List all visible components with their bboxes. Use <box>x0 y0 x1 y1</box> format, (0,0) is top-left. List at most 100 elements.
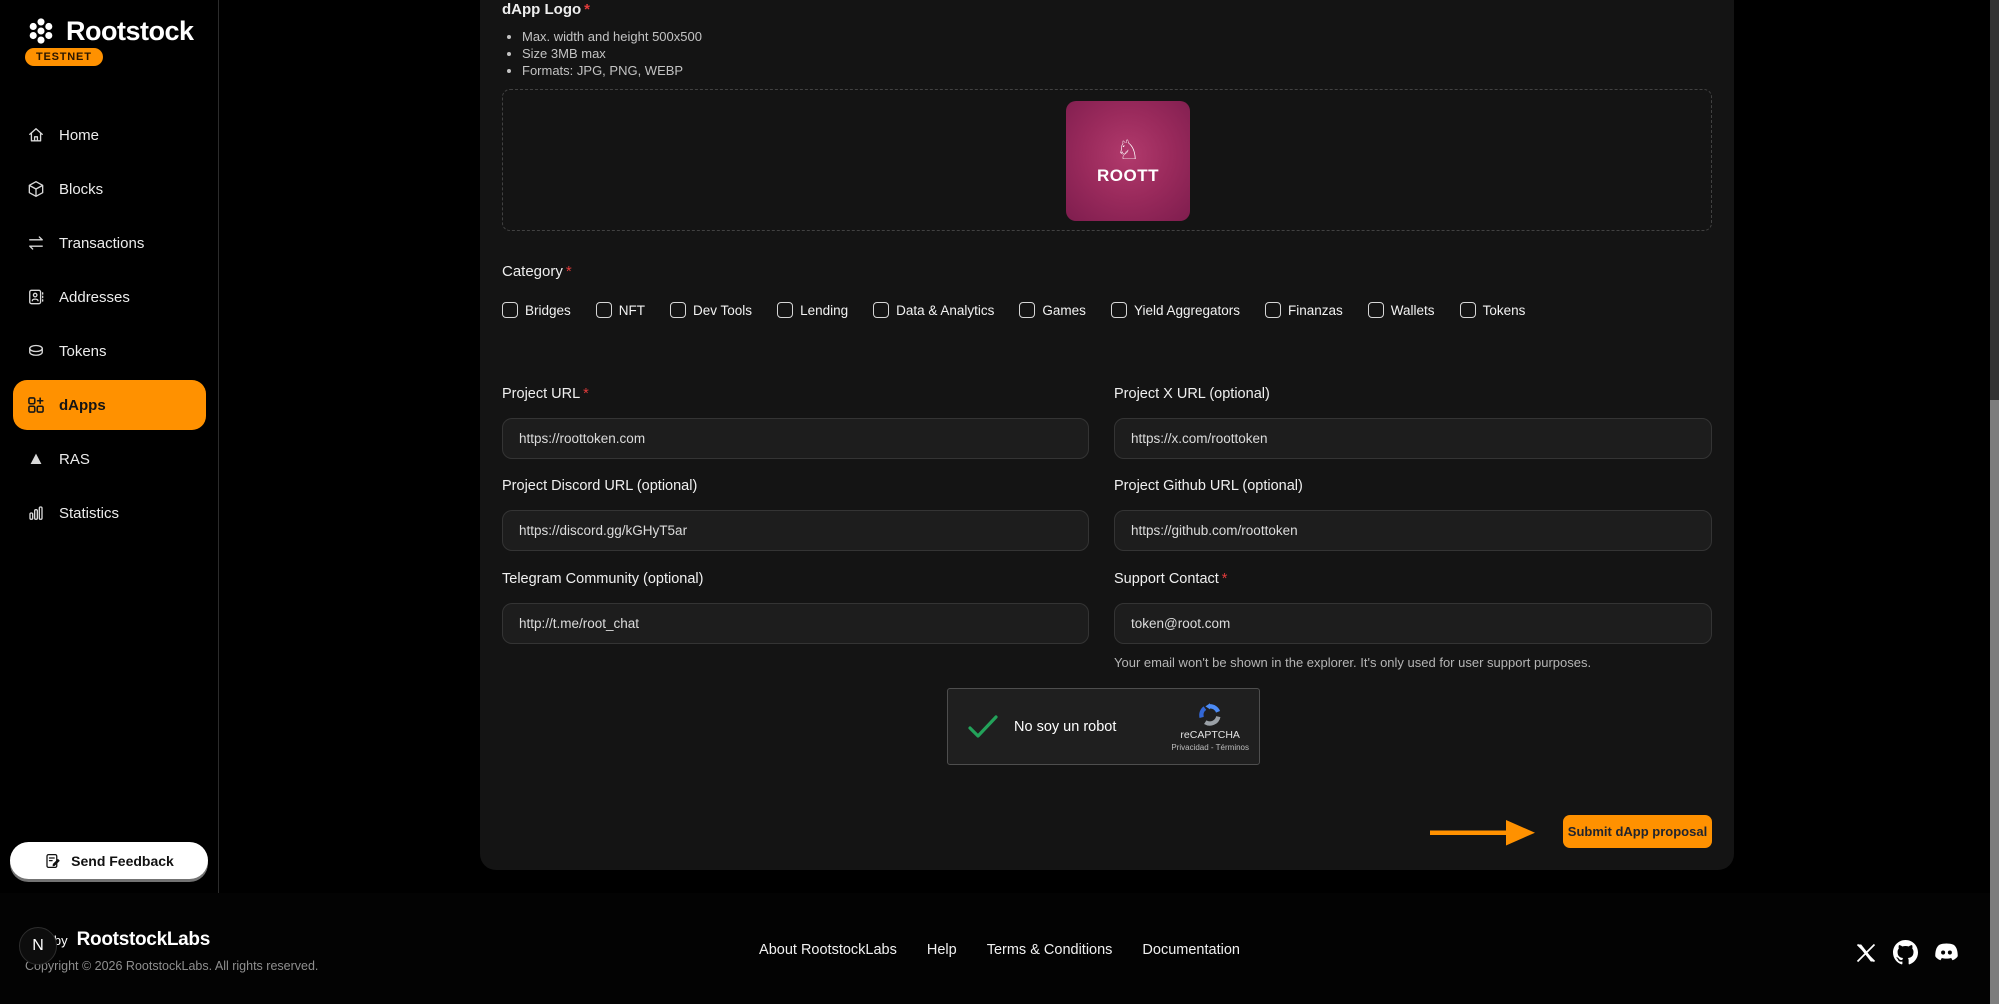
github-icon[interactable] <box>1893 940 1918 965</box>
checkbox-box[interactable] <box>777 302 793 318</box>
project-github-url-input[interactable] <box>1114 510 1712 551</box>
sidebar-nav: Home Blocks Transactions Addresse <box>0 108 219 540</box>
support-contact-helper: Your email won't be shown in the explore… <box>1114 655 1591 670</box>
footer: N Built by RootstockLabs Copyright © 202… <box>0 893 1999 1004</box>
recaptcha-brand-text: reCAPTCHA <box>1180 729 1240 741</box>
logo-preview-text: ROOTT <box>1097 166 1159 186</box>
project-discord-url-input[interactable] <box>502 510 1089 551</box>
recaptcha-label: No soy un robot <box>1014 719 1116 735</box>
checkbox-bridges[interactable]: Bridges <box>502 302 571 318</box>
sidebar-item-label: Blocks <box>59 181 103 198</box>
swap-arrows-icon <box>26 233 46 253</box>
sidebar-item-label: RAS <box>59 451 90 468</box>
checkbox-box[interactable] <box>1111 302 1127 318</box>
recaptcha-checkmark-icon <box>967 714 999 740</box>
footer-brand[interactable]: RootstockLabs <box>77 929 210 951</box>
sidebar-item-label: Statistics <box>59 505 119 522</box>
support-contact-input[interactable] <box>1114 603 1712 644</box>
recaptcha-branding[interactable]: reCAPTCHA Privacidad - Términos <box>1171 702 1249 752</box>
project-x-url-label: Project X URL (optional) <box>1114 386 1712 402</box>
testnet-badge: TESTNET <box>25 48 103 66</box>
checkbox-box[interactable] <box>596 302 612 318</box>
logo-requirements-list: Max. width and height 500x500 Size 3MB m… <box>522 28 702 79</box>
social-links <box>1854 940 1960 965</box>
project-x-url-input[interactable] <box>1114 418 1712 459</box>
scrollbar-thumb[interactable] <box>1990 400 1999 1004</box>
coin-icon <box>26 341 46 361</box>
feedback-label: Send Feedback <box>71 853 174 869</box>
recaptcha-widget[interactable]: No soy un robot reCAPTCHA Privacidad - T… <box>947 688 1260 765</box>
logo-upload-dropzone[interactable]: ♘ ROOTT <box>502 89 1712 231</box>
project-url-label: Project URL* <box>502 386 1089 402</box>
checkbox-nft[interactable]: NFT <box>596 302 645 318</box>
sidebar-item-label: Transactions <box>59 235 144 252</box>
checkbox-data-analytics[interactable]: Data & Analytics <box>873 302 994 318</box>
app-logo[interactable]: Rootstock <box>24 14 194 48</box>
checkbox-box[interactable] <box>502 302 518 318</box>
checkbox-box[interactable] <box>1019 302 1035 318</box>
sidebar-item-home[interactable]: Home <box>0 108 219 162</box>
sidebar-item-blocks[interactable]: Blocks <box>0 162 219 216</box>
dapp-logo-label: dApp Logo* <box>502 1 590 18</box>
send-feedback-button[interactable]: Send Feedback <box>10 842 208 879</box>
checkbox-dev-tools[interactable]: Dev Tools <box>670 302 752 318</box>
sidebar-item-label: Tokens <box>59 343 107 360</box>
category-checkbox-row: Bridges NFT Dev Tools Lending Data & Ana… <box>502 302 1525 318</box>
home-icon <box>26 125 46 145</box>
app-title: Rootstock <box>66 16 194 47</box>
footer-link-help[interactable]: Help <box>927 942 957 958</box>
avatar-badge[interactable]: N <box>19 927 57 965</box>
discord-icon[interactable] <box>1933 942 1960 964</box>
checkbox-yield-aggregators[interactable]: Yield Aggregators <box>1111 302 1240 318</box>
footer-links: About RootstockLabs Help Terms & Conditi… <box>759 942 1240 958</box>
sidebar-item-addresses[interactable]: Addresses <box>0 270 219 324</box>
support-contact-label: Support Contact* <box>1114 571 1712 587</box>
checkbox-box[interactable] <box>1460 302 1476 318</box>
telegram-community-input[interactable] <box>502 603 1089 644</box>
checkbox-lending[interactable]: Lending <box>777 302 848 318</box>
sidebar: Rootstock TESTNET Home Blocks Transactio <box>0 0 219 893</box>
checkbox-wallets[interactable]: Wallets <box>1368 302 1435 318</box>
required-asterisk: * <box>566 263 572 280</box>
dapp-proposal-form: dApp Logo* Max. width and height 500x500… <box>480 0 1734 870</box>
logo-requirement: Formats: JPG, PNG, WEBP <box>522 62 702 79</box>
sidebar-item-statistics[interactable]: Statistics <box>0 486 219 540</box>
project-url-input[interactable] <box>502 418 1089 459</box>
footer-link-about[interactable]: About RootstockLabs <box>759 942 897 958</box>
knight-icon: ♘ <box>1116 136 1140 164</box>
avatar-letter: N <box>32 937 44 955</box>
scrollbar-track[interactable] <box>1990 0 1999 1004</box>
checkbox-box[interactable] <box>1265 302 1281 318</box>
checkbox-games[interactable]: Games <box>1019 302 1086 318</box>
triangle-icon <box>26 449 46 469</box>
sidebar-item-ras[interactable]: RAS <box>0 432 219 486</box>
x-twitter-icon[interactable] <box>1854 941 1878 965</box>
cube-icon <box>26 179 46 199</box>
copyright-text: Copyright © 2026 RootstockLabs. All righ… <box>25 959 318 973</box>
dapps-grid-plus-icon <box>26 395 46 415</box>
checkbox-finanzas[interactable]: Finanzas <box>1265 302 1343 318</box>
sidebar-item-transactions[interactable]: Transactions <box>0 216 219 270</box>
sidebar-item-dapps[interactable]: dApps <box>13 380 206 430</box>
checkbox-box[interactable] <box>1368 302 1384 318</box>
logo-requirement: Max. width and height 500x500 <box>522 28 702 45</box>
submit-dapp-proposal-button[interactable]: Submit dApp proposal <box>1563 815 1712 848</box>
required-asterisk: * <box>1222 571 1228 587</box>
category-label: Category* <box>502 263 572 280</box>
checkbox-tokens[interactable]: Tokens <box>1460 302 1526 318</box>
checkbox-box[interactable] <box>670 302 686 318</box>
project-discord-url-label: Project Discord URL (optional) <box>502 478 1089 494</box>
sidebar-item-label: Addresses <box>59 289 130 306</box>
logo-requirement: Size 3MB max <box>522 45 702 62</box>
required-asterisk: * <box>584 1 590 18</box>
recaptcha-logo-icon <box>1197 702 1223 728</box>
sidebar-item-tokens[interactable]: Tokens <box>0 324 219 378</box>
required-asterisk: * <box>583 386 589 402</box>
checkbox-box[interactable] <box>873 302 889 318</box>
project-github-url-label: Project Github URL (optional) <box>1114 478 1712 494</box>
feedback-pencil-icon <box>44 852 62 870</box>
footer-link-terms[interactable]: Terms & Conditions <box>987 942 1113 958</box>
footer-link-documentation[interactable]: Documentation <box>1142 942 1240 958</box>
rootstock-logo-icon <box>24 14 58 48</box>
recaptcha-privacy-terms[interactable]: Privacidad - Términos <box>1171 743 1249 752</box>
